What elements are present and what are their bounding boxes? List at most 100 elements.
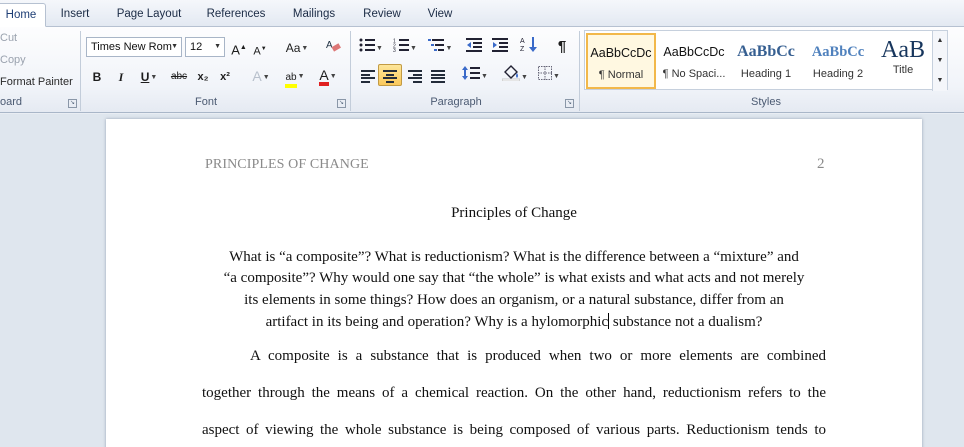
align-left-button[interactable] — [357, 64, 379, 86]
clipboard-group-label: oard — [0, 96, 23, 108]
align-left-icon — [361, 70, 375, 83]
line-spacing-button[interactable]: ▼ — [460, 64, 490, 86]
tab-insert[interactable]: Insert — [52, 3, 98, 27]
group-divider — [579, 31, 580, 111]
body-line: together through the means of a chemical… — [202, 385, 826, 401]
grow-font-icon: A — [231, 42, 240, 58]
gallery-scroll-up-icon[interactable]: ▲ — [932, 31, 947, 51]
format-painter-button[interactable]: Format Painter — [0, 76, 73, 88]
clipboard-launcher-icon[interactable]: ↘ — [68, 99, 77, 108]
svg-text:Z: Z — [520, 46, 525, 52]
align-center-button[interactable] — [378, 64, 402, 86]
document-area[interactable]: PRINCIPLES OF CHANGE 2 Principles of Cha… — [0, 114, 964, 447]
gallery-more-icon[interactable]: ▼ — [932, 71, 947, 91]
style-no-spacing[interactable]: AaBbCcDc ¶ No Spaci... — [659, 33, 729, 89]
show-hide-marks-button[interactable]: ¶ — [552, 35, 572, 57]
clear-formatting-button[interactable]: A — [323, 36, 343, 58]
grow-font-button[interactable]: A▲ — [230, 36, 248, 58]
style-sample: AaBbCc — [737, 43, 795, 60]
decrease-indent-button[interactable] — [464, 36, 484, 58]
font-name-combo[interactable]: Times New Rom ▼ — [86, 37, 182, 57]
text-effects-button[interactable]: A▼ — [248, 64, 274, 86]
clear-formatting-icon: A — [326, 40, 341, 52]
style-name: Heading 1 — [740, 68, 792, 80]
running-head: PRINCIPLES OF CHANGE — [205, 157, 369, 172]
style-name: ¶ No Spaci... — [662, 68, 726, 80]
change-case-button[interactable]: Aa▼ — [282, 36, 312, 58]
borders-icon — [538, 66, 553, 80]
chevron-down-icon: ▼ — [214, 43, 221, 50]
tab-mailings[interactable]: Mailings — [283, 3, 345, 27]
font-color-button[interactable]: A▼ — [314, 64, 342, 86]
highlight-button[interactable]: ab▼ — [280, 64, 310, 88]
paragraph-launcher-icon[interactable]: ↘ — [565, 99, 574, 108]
question-line: artifact in its being and operation? Why… — [106, 313, 922, 331]
tab-page-layout[interactable]: Page Layout — [108, 3, 190, 27]
question-line: “a composite”? Why would one say that “t… — [223, 270, 805, 286]
style-name: ¶ Normal — [598, 69, 644, 81]
numbering-button[interactable]: 1 2 3 ▼ — [391, 36, 419, 58]
question-line: its elements in some things? How does an… — [244, 292, 784, 308]
underline-button[interactable]: U▼ — [136, 65, 162, 87]
document-title: Principles of Change — [451, 205, 577, 221]
font-name-value: Times New Rom — [91, 41, 172, 53]
font-color-icon: A — [319, 68, 329, 86]
tab-home[interactable]: Home — [0, 3, 46, 27]
sort-button[interactable]: AZ — [518, 35, 540, 57]
cut-button[interactable]: Cut — [0, 32, 17, 44]
tab-references[interactable]: References — [198, 3, 274, 27]
styles-gallery: AaBbCcDc ¶ Normal AaBbCcDc ¶ No Spaci...… — [584, 30, 948, 91]
change-case-icon: Aa — [285, 41, 301, 55]
bullets-icon — [359, 38, 376, 52]
line-spacing-icon — [462, 66, 481, 80]
increase-indent-icon — [492, 38, 508, 52]
style-sample: AaB — [881, 37, 925, 63]
style-heading-2[interactable]: AaBbCc Heading 2 — [803, 33, 873, 89]
copy-button[interactable]: Copy — [0, 54, 26, 66]
text-effects-icon: A — [252, 68, 262, 84]
gallery-scroll-down-icon[interactable]: ▼ — [932, 51, 947, 71]
align-right-icon — [408, 70, 422, 83]
multilevel-list-button[interactable]: ▼ — [425, 36, 455, 58]
bold-button[interactable]: B — [88, 65, 106, 87]
subscript-button[interactable]: x₂ — [194, 65, 212, 87]
style-name: Heading 2 — [812, 68, 864, 80]
style-title[interactable]: AaB Title — [875, 33, 931, 89]
shading-button[interactable]: ▼ — [500, 64, 530, 86]
ribbon: Cut Copy Format Painter oard ↘ Times New… — [0, 27, 964, 113]
style-heading-1[interactable]: AaBbCc Heading 1 — [731, 33, 801, 89]
ribbon-tab-bar: Home Insert Page Layout References Maili… — [0, 0, 964, 27]
font-launcher-icon[interactable]: ↘ — [337, 99, 346, 108]
increase-indent-button[interactable] — [490, 36, 510, 58]
style-sample: AaBbCcDc — [663, 45, 725, 59]
bullets-button[interactable]: ▼ — [357, 36, 385, 58]
justify-button[interactable] — [427, 64, 449, 86]
align-right-button[interactable] — [404, 64, 426, 86]
tab-view[interactable]: View — [420, 3, 460, 27]
numbering-icon: 123 — [393, 39, 410, 54]
chevron-down-icon: ▼ — [171, 43, 178, 50]
borders-button[interactable]: ▼ — [534, 64, 564, 86]
italic-button[interactable]: I — [112, 65, 130, 87]
font-size-value: 12 — [190, 41, 203, 53]
svg-text:A: A — [520, 38, 525, 45]
style-normal[interactable]: AaBbCcDc ¶ Normal — [586, 33, 656, 89]
decrease-indent-icon — [466, 38, 482, 52]
strikethrough-button[interactable]: abc — [168, 65, 190, 87]
shrink-font-icon: A — [253, 45, 261, 58]
group-divider — [350, 31, 351, 111]
multilevel-list-icon — [427, 39, 444, 51]
page-number: 2 — [817, 156, 825, 172]
question-text: substance not a dualism? — [609, 314, 763, 330]
superscript-button[interactable]: x² — [216, 65, 234, 87]
document-page[interactable]: PRINCIPLES OF CHANGE 2 Principles of Cha… — [106, 119, 922, 447]
underline-icon: U — [140, 70, 150, 84]
tab-review[interactable]: Review — [356, 3, 408, 27]
question-text: artifact in its being and operation? Why… — [265, 314, 609, 330]
sort-icon: AZ — [520, 37, 537, 53]
style-sample: AaBbCc — [811, 44, 865, 60]
shrink-font-button[interactable]: A▼ — [252, 37, 268, 59]
style-name: Title — [892, 64, 914, 76]
styles-group-label: Styles — [751, 96, 781, 108]
font-size-combo[interactable]: 12 ▼ — [185, 37, 225, 57]
